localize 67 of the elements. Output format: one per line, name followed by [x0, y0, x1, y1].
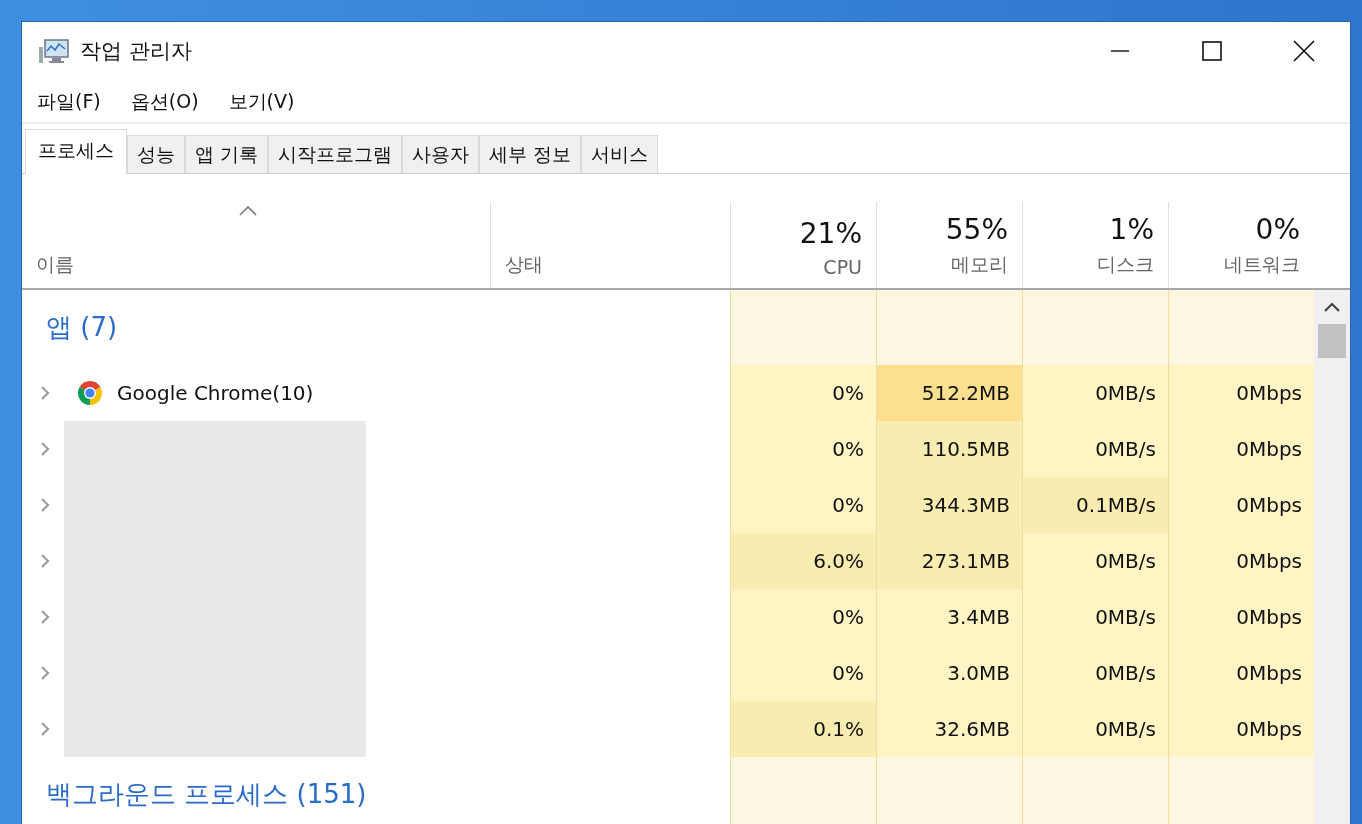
column-header[interactable]: 상태 — [505, 252, 716, 278]
scroll-thumb[interactable] — [1318, 324, 1346, 358]
chevron-icon[interactable] — [39, 553, 51, 569]
table-cell: 0% — [730, 645, 876, 701]
tab[interactable]: 프로세스 — [25, 129, 127, 174]
tab[interactable]: 사용자 — [402, 135, 480, 173]
close-icon — [1293, 40, 1315, 62]
tab[interactable]: 앱 기록 — [185, 135, 269, 173]
window-title: 작업 관리자 — [80, 38, 192, 65]
group-heading: 백그라운드 프로세스 (151) — [46, 778, 367, 811]
chevron-icon[interactable] — [39, 721, 51, 737]
tab[interactable]: 세부 정보 — [479, 135, 582, 173]
table-cell: 6.0% — [730, 533, 876, 589]
table-cell: 0MB/s — [1022, 365, 1168, 421]
column-header[interactable]: 네트워크 — [1224, 252, 1300, 278]
column-header[interactable]: 메모리 — [951, 252, 1008, 278]
column-header[interactable]: CPU — [823, 256, 862, 278]
table-cell: 0% — [730, 421, 876, 477]
table-cell: 0MB/s — [1022, 645, 1168, 701]
table-cell: 3.4MB — [876, 589, 1022, 645]
browser-icon — [75, 378, 105, 408]
table-cell: 0% — [730, 365, 876, 421]
table-cell: 110.5MB — [876, 421, 1022, 477]
table-cell: 0Mbps — [1168, 589, 1314, 645]
chevron-icon[interactable] — [39, 665, 51, 681]
table-cell: 0Mbps — [1168, 533, 1314, 589]
scrollbar[interactable] — [1314, 290, 1350, 824]
menu-item[interactable]: 보기(V) — [228, 89, 295, 115]
table-cell: 0% — [730, 589, 876, 645]
column-header[interactable]: 이름 — [36, 252, 476, 278]
table-cell: 273.1MB — [876, 533, 1022, 589]
chevron-icon[interactable] — [39, 609, 51, 625]
table-cell: 344.3MB — [876, 477, 1022, 533]
table-cell: 0Mbps — [1168, 365, 1314, 421]
menu-item[interactable]: 파일(F) — [37, 89, 101, 115]
table-cell: 32.6MB — [876, 701, 1022, 757]
tab[interactable]: 성능 — [127, 135, 185, 173]
table-cell: 0Mbps — [1168, 421, 1314, 477]
minimize-icon — [1110, 50, 1130, 52]
tab[interactable]: 시작프로그램 — [268, 135, 403, 173]
process-name: Google Chrome(10) — [117, 381, 314, 405]
column-total: 1% — [1109, 213, 1154, 246]
table-cell: 0.1MB/s — [1022, 477, 1168, 533]
table-cell: 0.1% — [730, 701, 876, 757]
chevron-icon[interactable] — [39, 385, 51, 401]
table-cell: 0Mbps — [1168, 477, 1314, 533]
table-cell: 0MB/s — [1022, 589, 1168, 645]
maximize-icon — [1202, 41, 1222, 61]
column-total: 0% — [1255, 213, 1300, 246]
menu-item[interactable]: 옵션(O) — [130, 89, 199, 115]
scroll-up-icon[interactable] — [1324, 302, 1340, 312]
table-cell: 0Mbps — [1168, 701, 1314, 757]
table-cell: 0Mbps — [1168, 645, 1314, 701]
column-total: 21% — [799, 217, 862, 250]
column-total: 55% — [945, 213, 1008, 246]
column-header[interactable]: 디스크 — [1097, 252, 1154, 278]
table-cell: 3.0MB — [876, 645, 1022, 701]
table-cell: 0% — [730, 477, 876, 533]
group-heading: 앱 (7) — [46, 311, 118, 344]
monitor-chart-icon — [38, 37, 70, 65]
table-cell: 512.2MB — [876, 365, 1022, 421]
chevron-icon[interactable] — [39, 497, 51, 513]
table-cell: 0MB/s — [1022, 533, 1168, 589]
table-cell: 0MB/s — [1022, 421, 1168, 477]
table-cell: 0MB/s — [1022, 701, 1168, 757]
chevron-icon[interactable] — [39, 441, 51, 457]
tab[interactable]: 서비스 — [581, 135, 659, 173]
